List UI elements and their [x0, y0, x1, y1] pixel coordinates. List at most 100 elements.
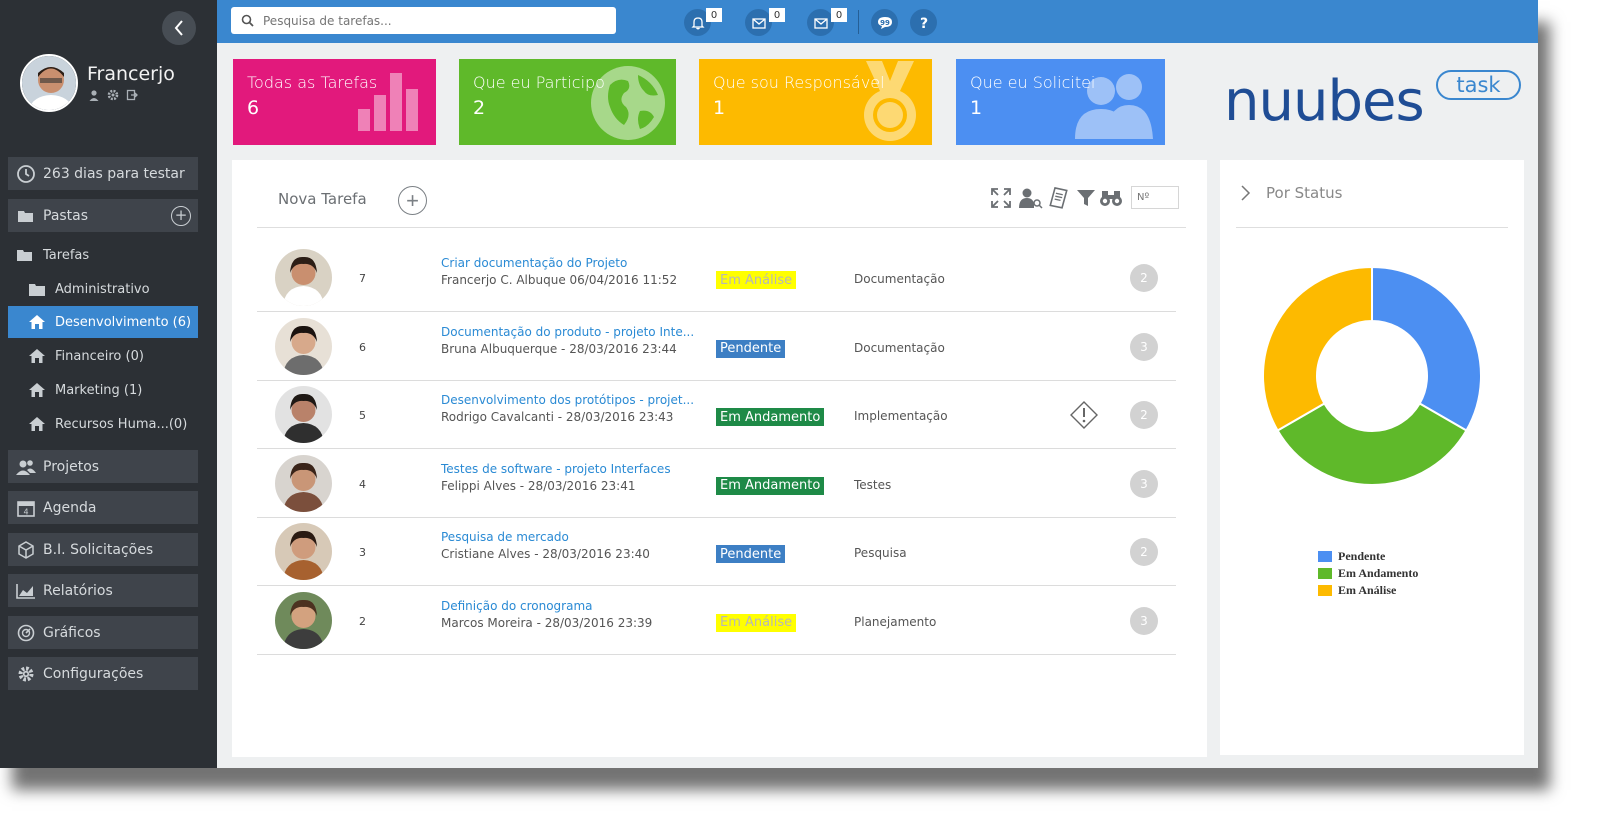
users-icon	[16, 457, 36, 477]
gear-icon[interactable]	[107, 89, 119, 101]
messages-button[interactable]	[745, 9, 772, 36]
add-task-button[interactable]: +	[398, 186, 427, 215]
sidebar-item-recursos-humanos[interactable]: Recursos Huma...(0)	[8, 408, 198, 440]
logout-icon[interactable]	[126, 89, 138, 101]
expand-icon	[991, 188, 1011, 208]
sidebar-item-graficos[interactable]: Gráficos	[8, 616, 198, 649]
chevron-right-icon[interactable]	[1238, 184, 1252, 202]
task-row[interactable]: 3 Pesquisa de mercado Cristiane Alves - 28…	[257, 518, 1176, 586]
task-title-link[interactable]: Desenvolvimento dos protótipos - projet.…	[441, 393, 694, 407]
legend-label: Em Andamento	[1338, 566, 1419, 580]
find-button[interactable]	[1099, 186, 1123, 210]
task-meta: Marcos Moreira - 28/03/2016 23:39	[441, 615, 653, 630]
logo-pill: task	[1436, 70, 1521, 100]
task-meta: Francerjo C. Albuque 06/04/2016 11:52	[441, 273, 678, 287]
sidebar-item-desenvolvimento[interactable]: Desenvolvimento (6)	[8, 306, 198, 338]
task-number-input[interactable]	[1131, 186, 1179, 209]
task-meta: Cristiane Alves - 28/03/2016 23:40	[441, 547, 650, 561]
tile-count: 2	[473, 97, 486, 119]
sidebar-item-financeiro[interactable]: Financeiro (0)	[8, 340, 198, 372]
report-button[interactable]	[1047, 186, 1071, 210]
tile-all-tasks[interactable]: Todas as Tarefas 6	[233, 59, 436, 145]
tile-label: Que eu Participo	[473, 73, 605, 92]
notifications-count: 0	[706, 8, 722, 22]
status-divider	[1236, 227, 1508, 228]
filter-button[interactable]	[1074, 186, 1098, 210]
comment-count: 3	[1130, 332, 1158, 361]
binoculars-icon	[1100, 191, 1122, 206]
sidebar-item-label: Agenda	[43, 499, 97, 516]
user-name: Francerjo	[87, 63, 175, 85]
expand-button[interactable]	[989, 186, 1013, 210]
search-input[interactable]	[263, 13, 593, 28]
assignee-avatar	[275, 249, 332, 306]
home-icon	[28, 347, 46, 365]
legend-item: Em Andamento	[1318, 565, 1418, 582]
sidebar-item-projetos[interactable]: Projetos	[8, 450, 198, 483]
bar-chart-icon	[358, 73, 418, 131]
task-title-link[interactable]: Definição do cronograma	[441, 599, 593, 613]
legend-label: Em Análise	[1338, 583, 1397, 597]
task-category: Documentação	[854, 340, 945, 355]
legend-swatch	[1318, 568, 1332, 579]
sidebar-item-label: Recursos Huma...(0)	[55, 416, 188, 432]
comment-count: 2	[1130, 401, 1158, 429]
sidebar-item-label: Gráficos	[43, 624, 101, 641]
funnel-icon	[1077, 190, 1095, 206]
donut-slice-em-an-lise[interactable]	[1262, 265, 1373, 432]
mail-icon	[813, 17, 828, 29]
mail-icon	[751, 17, 766, 29]
task-number: 4	[359, 477, 366, 491]
comment-count: 2	[1130, 264, 1158, 292]
task-title-link[interactable]: Pesquisa de mercado	[441, 530, 569, 544]
help-button[interactable]: ?	[910, 9, 937, 36]
task-title-link[interactable]: Testes de software - projeto Interfaces	[441, 462, 671, 476]
sidebar-item-agenda[interactable]: 4 Agenda	[8, 491, 198, 524]
home-icon	[28, 415, 46, 433]
task-row[interactable]: 4 Testes de software - projeto Interfaces…	[257, 450, 1176, 518]
sidebar-item-marketing[interactable]: Marketing (1)	[8, 374, 198, 406]
globe-icon	[591, 66, 665, 140]
user-avatar[interactable]	[20, 54, 78, 112]
task-meta: Bruna Albuquerque - 28/03/2016 23:44	[441, 341, 677, 356]
sidebar-item-label: B.I. Solicitações	[43, 541, 154, 558]
status-badge: Em Andamento	[716, 408, 825, 426]
tile-count: 6	[247, 97, 260, 119]
comment-count: 3	[1130, 606, 1158, 635]
task-title-link[interactable]: Criar documentação do Projeto	[441, 256, 627, 270]
add-folder-button[interactable]: +	[171, 205, 191, 226]
tile-responsible[interactable]: Que sou Responsável 1	[699, 59, 932, 145]
tile-participating[interactable]: Que eu Participo 2	[459, 59, 676, 145]
task-row[interactable]: 7 Criar documentação do Projeto Francerjo …	[257, 244, 1176, 312]
tile-requested[interactable]: Que eu Solicitei 1	[956, 59, 1165, 145]
folder-open-icon	[16, 206, 36, 226]
legend-item: Pendente	[1318, 548, 1418, 565]
status-badge: Pendente	[716, 339, 786, 358]
sidebar-item-bi-solicitacoes[interactable]: B.I. Solicitações	[8, 533, 198, 566]
task-row[interactable]: 2 Definição do cronograma Marcos Moreira -…	[257, 587, 1176, 655]
task-category: Pesquisa	[854, 546, 907, 560]
sidebar-item-pastas[interactable]: Pastas +	[8, 199, 198, 232]
task-row[interactable]: 5 Desenvolvimento dos protótipos - projet…	[257, 381, 1176, 449]
task-title-link[interactable]: Documentação do produto - projeto Inte..…	[441, 325, 694, 339]
search-box[interactable]	[231, 7, 616, 34]
sidebar-item-configuracoes[interactable]: Configurações	[8, 657, 198, 690]
sidebar-item-administrativo[interactable]: Administrativo	[8, 273, 198, 305]
chat-icon: 99	[877, 16, 892, 29]
task-row[interactable]: 6 Documentação do produto - projeto Inte.…	[257, 313, 1176, 381]
donut-slice-pendente[interactable]	[1371, 265, 1482, 432]
svg-text:4: 4	[23, 507, 28, 516]
sidebar-item-relatorios[interactable]: Relatórios	[8, 574, 198, 607]
status-badge: Pendente	[716, 545, 786, 563]
filter-user-button[interactable]	[1019, 186, 1043, 210]
collapse-sidebar-button[interactable]	[162, 11, 196, 45]
donut-slice-em-andamento[interactable]	[1276, 402, 1468, 486]
sidebar-item-tarefas[interactable]: Tarefas	[8, 239, 198, 271]
user-search-icon	[1019, 188, 1043, 209]
chat-button[interactable]: 99	[871, 9, 898, 36]
inbox-button[interactable]	[807, 9, 834, 36]
user-actions	[88, 89, 138, 101]
warning-icon	[1070, 401, 1098, 429]
folder-open-icon	[16, 246, 34, 264]
profile-icon[interactable]	[88, 89, 100, 101]
